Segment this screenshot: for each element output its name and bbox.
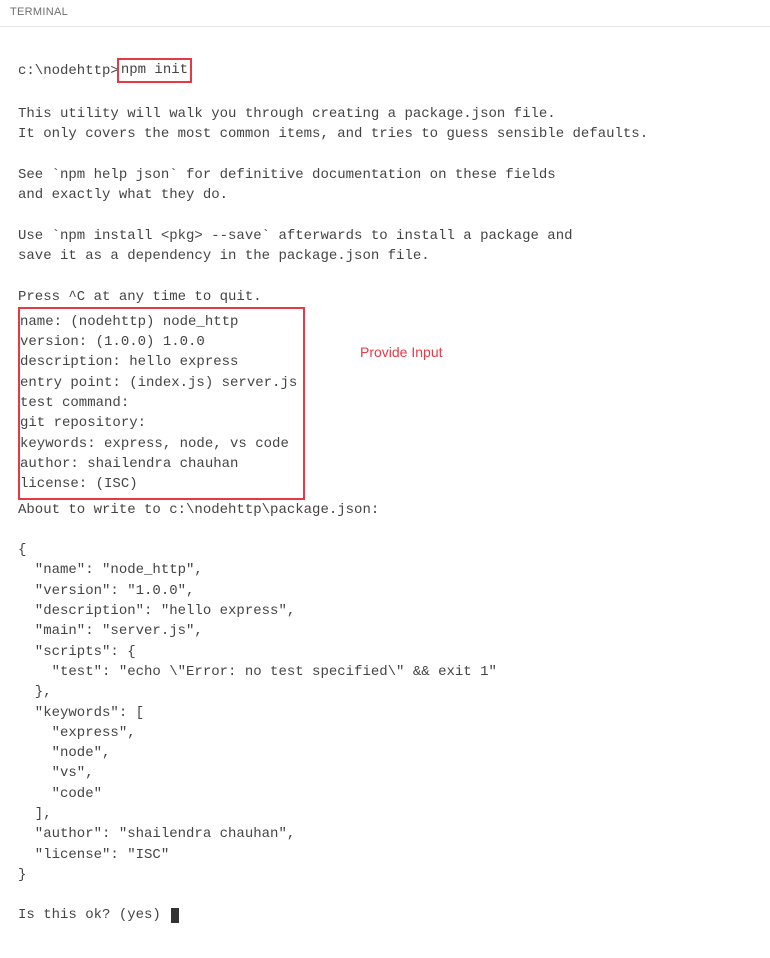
json-output: { "name": "node_http", "version": "1.0.0… [18,542,497,883]
input-license: license: (ISC) [20,476,138,492]
about-line: About to write to c:\nodehttp\package.js… [18,502,379,518]
prompt-path: c:\nodehttp> [18,63,119,79]
intro-line-3: See `npm help json` for definitive docum… [18,167,556,183]
command-highlight: npm init [117,58,192,82]
terminal-tab-label[interactable]: TERMINAL [10,6,68,18]
intro-line-7: Press ^C at any time to quit. [18,289,262,305]
terminal-body[interactable]: c:\nodehttp>npm init This utility will w… [0,27,770,958]
intro-line-4: and exactly what they do. [18,187,228,203]
intro-line-2: It only covers the most common items, an… [18,126,648,142]
annotation-label: Provide Input [360,342,443,362]
terminal-header: TERMINAL [0,0,770,27]
input-test: test command: [20,395,129,411]
intro-line-6: save it as a dependency in the package.j… [18,248,430,264]
input-author: author: shailendra chauhan [20,456,238,472]
intro-line-1: This utility will walk you through creat… [18,106,556,122]
input-entry: entry point: (index.js) server.js [20,375,297,391]
input-highlight-box: name: (nodehttp) node_http version: (1.0… [18,307,305,500]
input-keywords: keywords: express, node, vs code [20,436,289,452]
input-version: version: (1.0.0) 1.0.0 [20,334,205,350]
cursor-icon [171,908,179,923]
confirm-prompt: Is this ok? (yes) [18,907,169,923]
command-text: npm init [121,62,188,78]
intro-line-5: Use `npm install <pkg> --save` afterward… [18,228,573,244]
input-description: description: hello express [20,354,238,370]
input-git: git repository: [20,415,146,431]
input-name: name: (nodehttp) node_http [20,314,238,330]
